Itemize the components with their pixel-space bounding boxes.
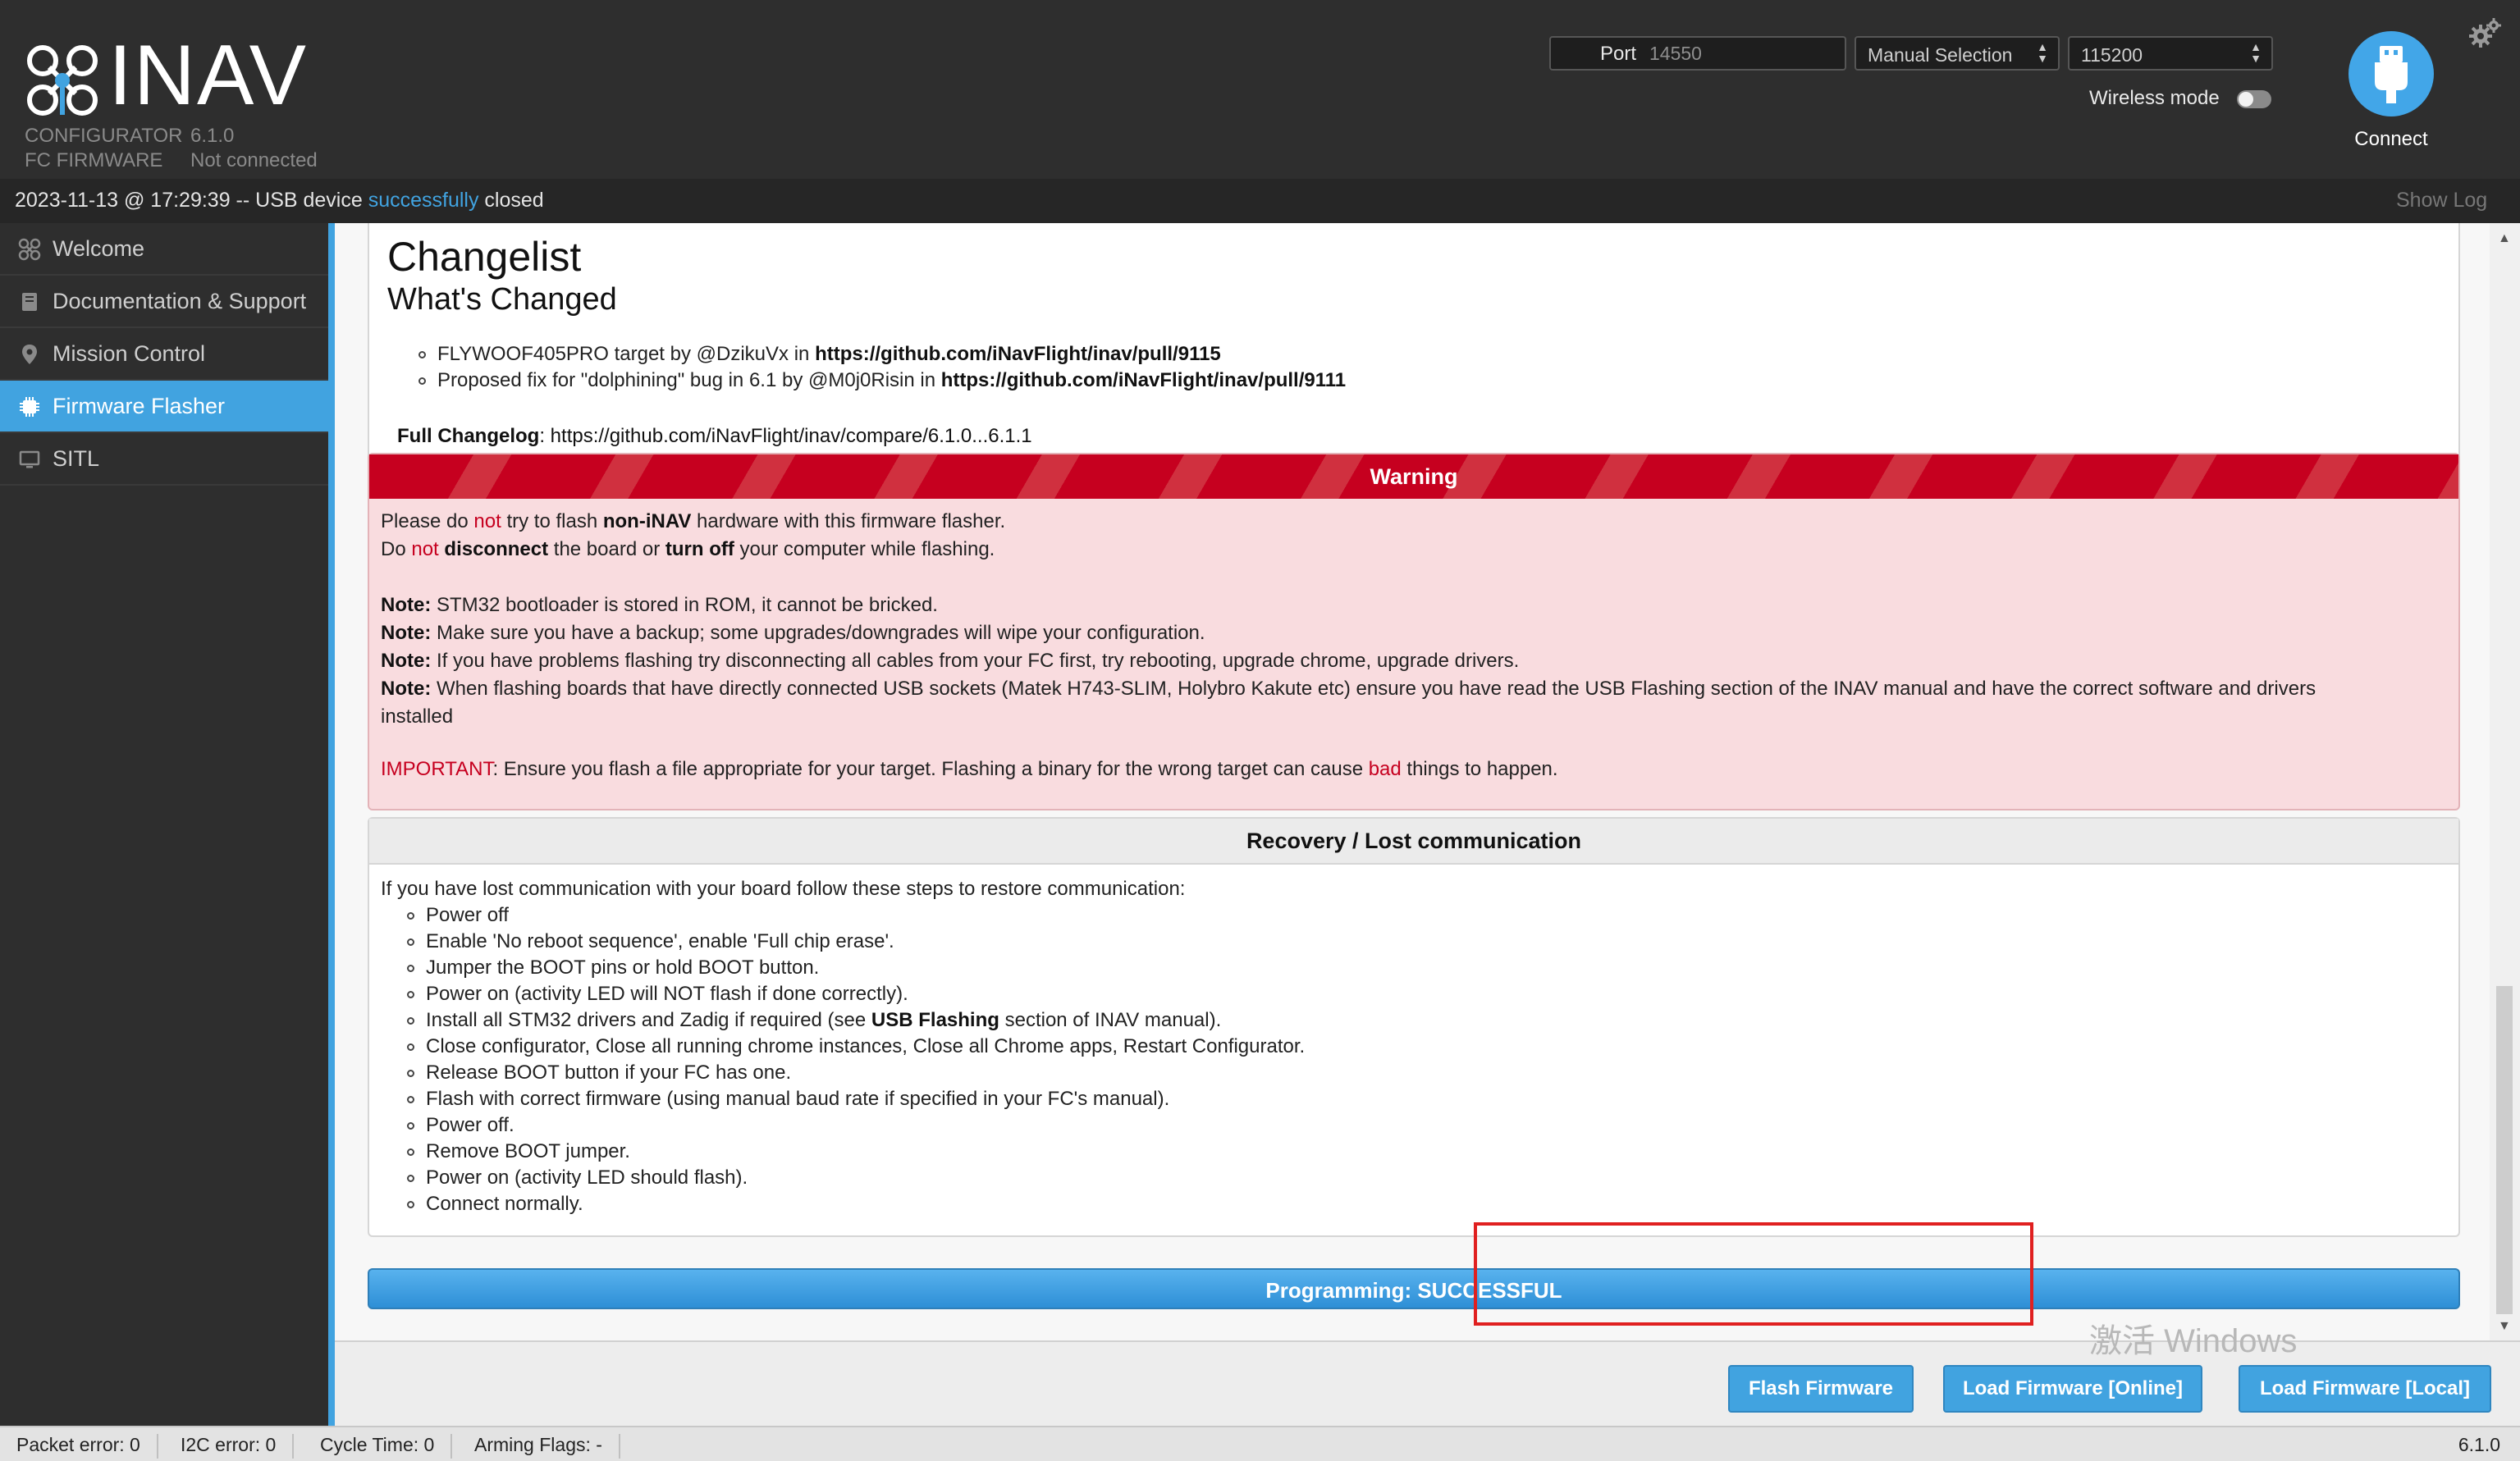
sidebar-item-label: Documentation & Support [53,289,307,313]
gear-icon[interactable] [2468,16,2503,51]
status-bar: Packet error: 0 I2C error: 0 Cycle Time:… [0,1426,2520,1461]
connect-label[interactable]: Connect [2352,128,2431,151]
sidebar-item-label: Firmware Flasher [53,394,226,418]
baud-rate-value: 115200 [2081,44,2143,66]
load-firmware-online-button[interactable]: Load Firmware [Online] [1943,1365,2202,1413]
list-item: Remove BOOT jumper. [407,1140,630,1163]
scrollbar-thumb[interactable] [2496,986,2513,1314]
log-bar: 2023-11-13 @ 17:29:39 -- USB device succ… [0,179,2520,223]
list-item: Close configurator, Close all running ch… [407,1035,1305,1058]
recovery-intro: If you have lost communication with your… [381,878,1186,900]
wireless-mode-toggle[interactable] [2237,90,2271,108]
sidebar-item-firmware-flasher[interactable]: Firmware Flasher [0,381,328,433]
baud-rate-select[interactable]: 115200 ▲ ▼ [2068,36,2273,71]
app-logo-text: INAV [108,28,309,123]
recovery-title: Recovery / Lost communication [1246,829,1582,853]
list-item: FLYWOOF405PRO target by @DzikuVx in http… [418,343,1221,366]
drone-icon [18,238,41,261]
changelog-link[interactable]: https://github.com/iNavFlight/inav/pull/… [815,343,1221,365]
wireless-mode-label: Wireless mode [2089,87,2220,109]
show-log-link[interactable]: Show Log [2396,189,2487,212]
windows-activation-watermark: 激活 Windows [2089,1323,2298,1359]
firmware-label: FC FIRMWARE [25,149,163,171]
scroll-up-icon[interactable]: ▲ [2498,231,2511,246]
port-label: Port [1600,43,1637,65]
flash-firmware-button[interactable]: Flash Firmware [1728,1365,1914,1413]
list-item: Power off. [407,1114,515,1137]
sidebar-item-label: SITL [53,446,100,471]
warning-note: Note: When flashing boards that have dir… [381,678,2316,700]
warning-note: Note: STM32 bootloader is stored in ROM,… [381,594,938,616]
warning-important: IMPORTANT: Ensure you flash a file appro… [381,758,1558,780]
list-item: Flash with correct firmware (using manua… [407,1088,1169,1111]
annotation-highlight-box [1474,1222,2033,1326]
changelog-subtitle: What's Changed [387,282,617,317]
changelog-link[interactable]: https://github.com/iNavFlight/inav/pull/… [941,369,1346,391]
connect-button[interactable] [2348,31,2434,116]
full-changelog-link[interactable]: https://github.com/iNavFlight/inav/compa… [551,425,1032,447]
book-icon [22,293,37,311]
warning-note-continued: installed [381,705,454,728]
firmware-status: Not connected [190,149,318,171]
i2c-error-status: I2C error: 0 [164,1434,295,1459]
version-status: 6.1.0 [2458,1434,2500,1455]
list-item: Power on (activity LED will NOT flash if… [407,983,908,1006]
changelog-title: Changelist [387,234,582,280]
warning-note: Note: Make sure you have a backup; some … [381,622,1205,644]
sidebar-item-label: Welcome [53,236,145,261]
list-item: Power off [407,904,509,927]
updown-arrow-icon: ▲ ▼ [2250,40,2262,65]
configurator-label: CONFIGURATOR [25,125,183,147]
sidebar-item-welcome[interactable]: Welcome [0,223,328,276]
usb-plug-icon [2375,46,2408,103]
drone-logo-icon [27,45,98,116]
load-firmware-local-button[interactable]: Load Firmware [Local] [2239,1365,2491,1413]
programming-progress-bar: Programming: SUCCESSFUL [368,1268,2460,1309]
warning-text: Please do not try to flash non-iNAV hard… [381,510,1006,532]
warning-header: Warning [369,454,2458,499]
sidebar-item-mission-control[interactable]: Mission Control [0,328,328,381]
list-item: Power on (activity LED should flash). [407,1167,748,1189]
port-value: 14550 [1649,43,1702,64]
progress-status-text: Programming: SUCCESSFUL [1265,1278,1562,1303]
warning-title: Warning [1370,464,1458,489]
configurator-version: 6.1.0 [190,125,235,147]
sidebar-accent-bar [328,223,335,1426]
list-item: Enable 'No reboot sequence', enable 'Ful… [407,930,894,953]
sidebar-item-sitl[interactable]: SITL [0,433,328,486]
app-header: INAV CONFIGURATOR 6.1.0 FC FIRMWARE Not … [0,0,2520,179]
sidebar-item-label: Mission Control [53,341,206,366]
sidebar-item-documentation[interactable]: Documentation & Support [0,276,328,328]
content-scrollbar[interactable]: ▲ ▼ [2490,223,2520,1340]
full-changelog: Full Changelog: https://github.com/iNavF… [397,425,1032,447]
scroll-down-icon[interactable]: ▼ [2498,1319,2511,1334]
warning-text: Do not disconnect the board or turn off … [381,538,995,560]
list-item: Proposed fix for "dolphining" bug in 6.1… [418,369,1346,392]
port-input[interactable]: Port 14550 [1549,36,1846,71]
recovery-panel: Recovery / Lost communication If you hav… [368,817,2460,1237]
monitor-icon [19,450,40,468]
recovery-header: Recovery / Lost communication [369,819,2458,865]
arming-flags-status: Arming Flags: - [458,1434,620,1459]
firmware-flasher-content: Changelist What's Changed FLYWOOF405PRO … [335,223,2490,1340]
list-item: Release BOOT button if your FC has one. [407,1062,791,1084]
toggle-knob [2239,92,2253,107]
map-pin-icon [22,345,37,364]
port-select[interactable]: Manual Selection ▲ ▼ [1855,36,2060,71]
log-message: 2023-11-13 @ 17:29:39 -- USB device succ… [15,189,544,212]
chip-icon [20,397,39,417]
warning-note: Note: If you have problems flashing try … [381,650,1520,672]
cycle-time-status: Cycle Time: 0 [304,1434,453,1459]
port-select-value: Manual Selection [1868,44,2013,66]
warning-panel: Warning Please do not try to flash non-i… [368,453,2460,810]
list-item: Jumper the BOOT pins or hold BOOT button… [407,956,819,979]
updown-arrow-icon: ▲ ▼ [2037,40,2048,65]
sidebar: Welcome Documentation & Support Mission … [0,223,328,1426]
list-item: Connect normally. [407,1193,583,1216]
list-item: Install all STM32 drivers and Zadig if r… [407,1009,1221,1032]
packet-error-status: Packet error: 0 [0,1434,158,1459]
